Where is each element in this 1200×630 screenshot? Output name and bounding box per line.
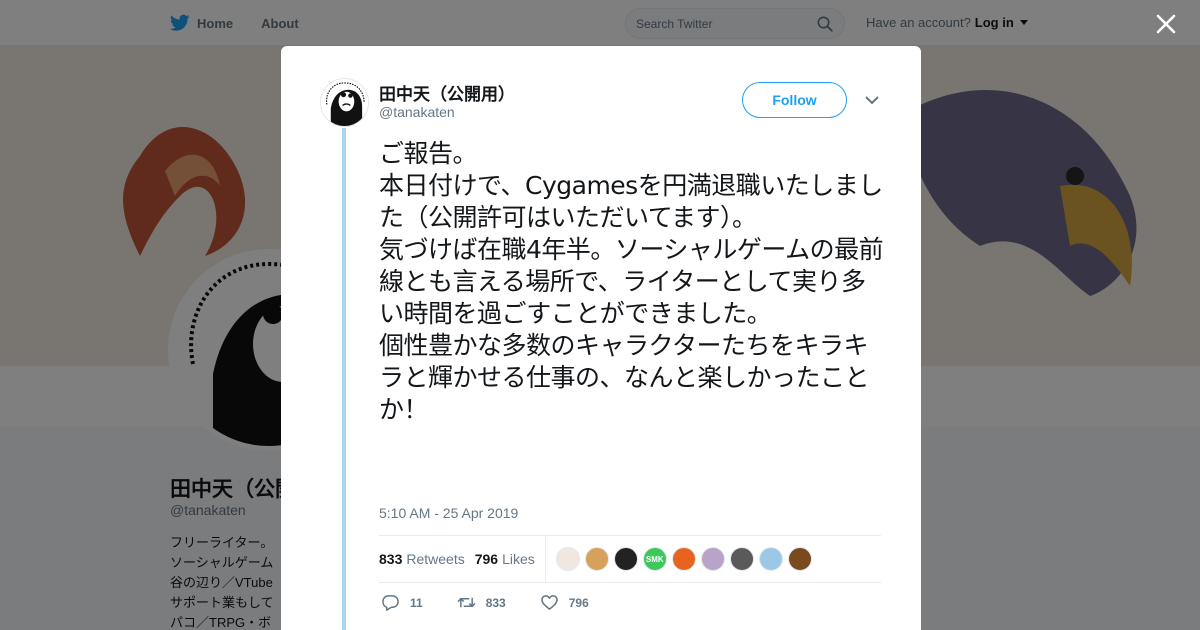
liker-avatar[interactable]	[729, 547, 754, 571]
retweet-button[interactable]: 833	[457, 594, 506, 611]
retweet-icon	[457, 597, 476, 608]
tweet-text: ご報告。 本日付けで、Cygamesを円満退職いたしました（公開許可はいただいて…	[379, 139, 884, 424]
liker-avatar[interactable]	[787, 547, 812, 571]
retweets-label: Retweets	[406, 551, 465, 567]
retweets-stat[interactable]: 833 Retweets	[379, 551, 465, 567]
tweet-actions: 11 833 796	[381, 594, 623, 611]
liker-avatar[interactable]	[671, 547, 696, 571]
heart-icon	[540, 595, 558, 610]
liker-avatar[interactable]	[555, 547, 580, 571]
thread-line	[342, 128, 346, 630]
close-icon[interactable]	[1154, 12, 1178, 36]
liker-avatar[interactable]	[758, 547, 783, 571]
retweet-count: 833	[485, 595, 506, 610]
liker-avatar[interactable]	[584, 547, 609, 571]
reply-button[interactable]: 11	[381, 594, 423, 611]
like-count: 796	[568, 595, 589, 610]
liker-avatars: SMK	[555, 547, 812, 571]
liker-avatar[interactable]	[700, 547, 725, 571]
chevron-down-icon[interactable]	[863, 93, 881, 107]
stats-divider	[544, 536, 546, 582]
tweet-stats: 833 Retweets 796 Likes SMK	[379, 535, 881, 583]
tweet-author-name[interactable]: 田中天（公開用）	[379, 80, 515, 105]
reply-icon	[382, 595, 399, 611]
likes-stat[interactable]: 796 Likes	[475, 551, 535, 567]
liker-avatar[interactable]	[613, 547, 638, 571]
retweets-count: 833	[379, 551, 403, 567]
tweet-timestamp[interactable]: 5:10 AM - 25 Apr 2019	[379, 505, 518, 521]
likes-count: 796	[474, 551, 499, 567]
likes-label: Likes	[502, 551, 535, 567]
author-avatar[interactable]	[320, 78, 369, 127]
tweet-author-handle[interactable]: @tanakaten	[379, 104, 455, 120]
liker-avatar[interactable]: SMK	[642, 547, 667, 571]
like-button[interactable]: 796	[540, 594, 589, 611]
reply-count: 11	[410, 595, 423, 610]
follow-button[interactable]: Follow	[742, 82, 847, 118]
tweet-modal: 田中天（公開用） @tanakaten Follow ご報告。 本日付けで、Cy…	[281, 46, 921, 630]
